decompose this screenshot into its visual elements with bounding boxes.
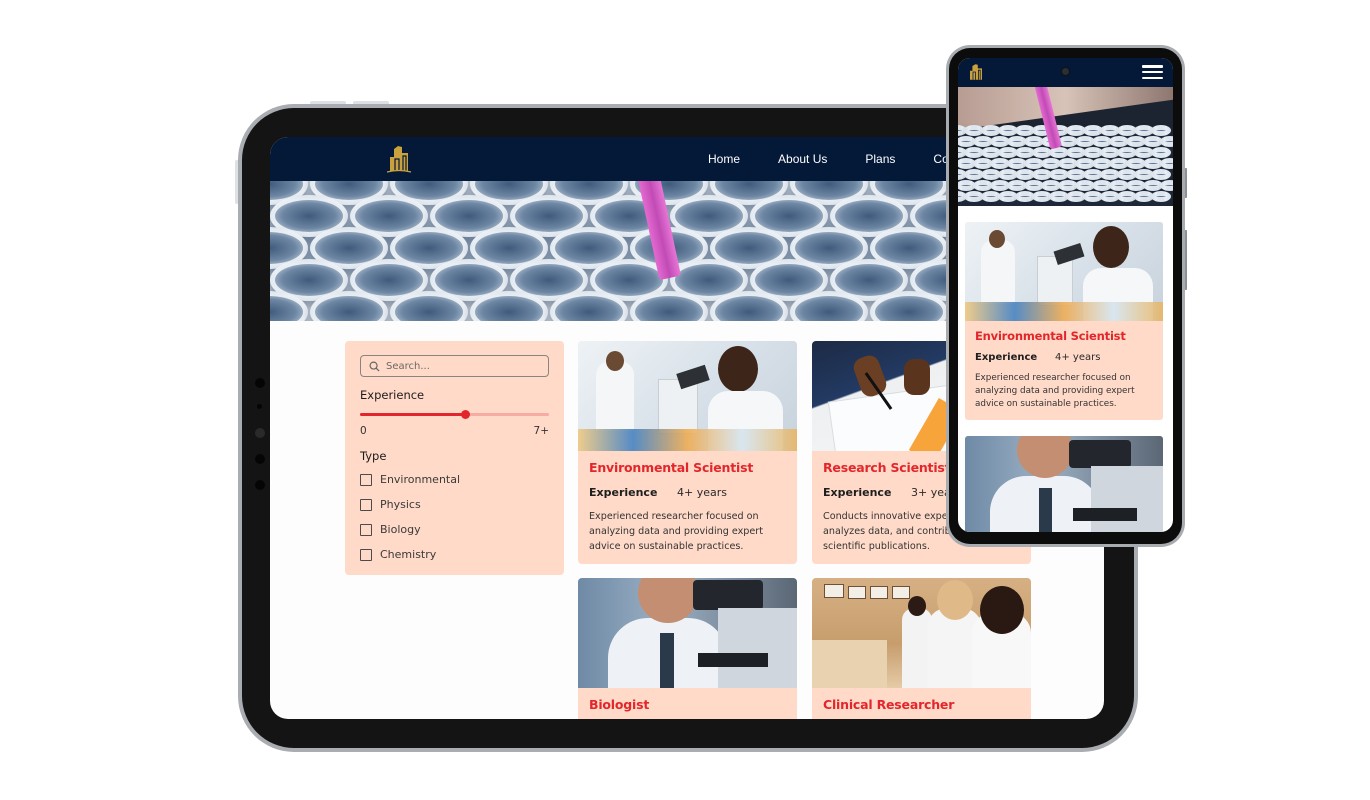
experience-slider[interactable]: [360, 408, 549, 420]
mobile-hero-image: [958, 87, 1173, 206]
test-tube-graphic: [1151, 191, 1171, 202]
checkbox-label: Physics: [380, 498, 421, 511]
test-tube-graphic: [1151, 147, 1171, 158]
search-input[interactable]: [386, 360, 536, 372]
building-logo-icon[interactable]: [384, 143, 414, 173]
job-card-clinical-researcher[interactable]: Clinical Researcher: [812, 578, 1031, 719]
experience-key: Experience: [975, 352, 1038, 363]
experience-value: 4+ years: [1055, 352, 1101, 363]
experience-key: Experience: [589, 486, 658, 499]
phone-front-camera: [1061, 67, 1070, 76]
checkbox[interactable]: [360, 473, 372, 486]
slider-fill: [360, 413, 466, 416]
nav-links: Home About Us Plans Co: [708, 137, 949, 181]
card-title: Biologist: [589, 697, 650, 712]
test-tube-graphic: [1159, 136, 1173, 147]
type-option-environmental[interactable]: Environmental: [360, 467, 549, 492]
search-icon: [369, 361, 380, 372]
card-image-clinical-staff: [812, 578, 1031, 688]
experience-key: Experience: [823, 486, 892, 499]
type-label: Type: [360, 449, 387, 463]
mobile-job-card-biologist[interactable]: [965, 436, 1163, 532]
card-title: Environmental Scientist: [589, 460, 754, 475]
tablet-camera: [255, 428, 265, 438]
search-box[interactable]: [360, 355, 549, 377]
card-description: Experienced researcher focused on analyz…: [975, 373, 1135, 409]
test-tube-graphic: [1151, 125, 1171, 136]
tablet-sensor: [255, 454, 265, 464]
hamburger-menu-icon[interactable]: [1142, 65, 1163, 79]
card-image-man-microscope: [965, 436, 1163, 532]
tablet-sensor: [255, 378, 265, 388]
test-tube-graphic: [1151, 169, 1171, 180]
checkbox-label: Biology: [380, 523, 421, 536]
building-logo-icon[interactable]: [967, 63, 985, 81]
slider-labels: 0 7+: [360, 425, 549, 437]
checkbox-label: Environmental: [380, 473, 461, 486]
nav-link-plans[interactable]: Plans: [865, 152, 895, 166]
card-experience: Experience 4+ years: [589, 486, 786, 499]
job-card-environmental-scientist[interactable]: Environmental Scientist Experience 4+ ye…: [578, 341, 797, 564]
filter-panel: Experience 0 7+ Type Environmental Physi…: [345, 341, 564, 575]
card-description: Experienced researcher focused on analyz…: [589, 511, 763, 552]
card-image-scientists-microscope: [578, 341, 797, 451]
type-option-biology[interactable]: Biology: [360, 517, 549, 542]
mobile-job-card-environmental-scientist[interactable]: Environmental Scientist Experience 4+ ye…: [965, 222, 1163, 420]
nav-link-about-us[interactable]: About Us: [778, 152, 827, 166]
type-option-chemistry[interactable]: Chemistry: [360, 542, 549, 567]
tablet-sensor: [257, 404, 262, 409]
checkbox[interactable]: [360, 523, 372, 536]
experience-value: 4+ years: [677, 486, 727, 499]
experience-label: Experience: [360, 388, 425, 402]
checkbox-label: Chemistry: [380, 548, 437, 561]
slider-max-label: 7+: [533, 425, 549, 437]
test-tube-graphic: [1159, 158, 1173, 169]
card-image-man-microscope: [578, 578, 797, 688]
card-experience: Experience 4+ years: [975, 352, 1153, 363]
type-option-physics[interactable]: Physics: [360, 492, 549, 517]
card-title: Clinical Researcher: [823, 697, 955, 712]
checkbox[interactable]: [360, 548, 372, 561]
job-card-biologist[interactable]: Biologist: [578, 578, 797, 719]
card-title: Environmental Scientist: [975, 329, 1126, 343]
nav-link-home[interactable]: Home: [708, 152, 740, 166]
mobile-navbar: [958, 58, 1173, 87]
tablet-sensor: [255, 480, 265, 490]
slider-min-label: 0: [360, 425, 367, 437]
card-image-scientists-microscope: [965, 222, 1163, 321]
test-tube-graphic: [1159, 180, 1173, 191]
slider-thumb[interactable]: [461, 410, 471, 419]
checkbox[interactable]: [360, 498, 372, 511]
phone-screen: Environmental Scientist Experience 4+ ye…: [958, 58, 1173, 532]
